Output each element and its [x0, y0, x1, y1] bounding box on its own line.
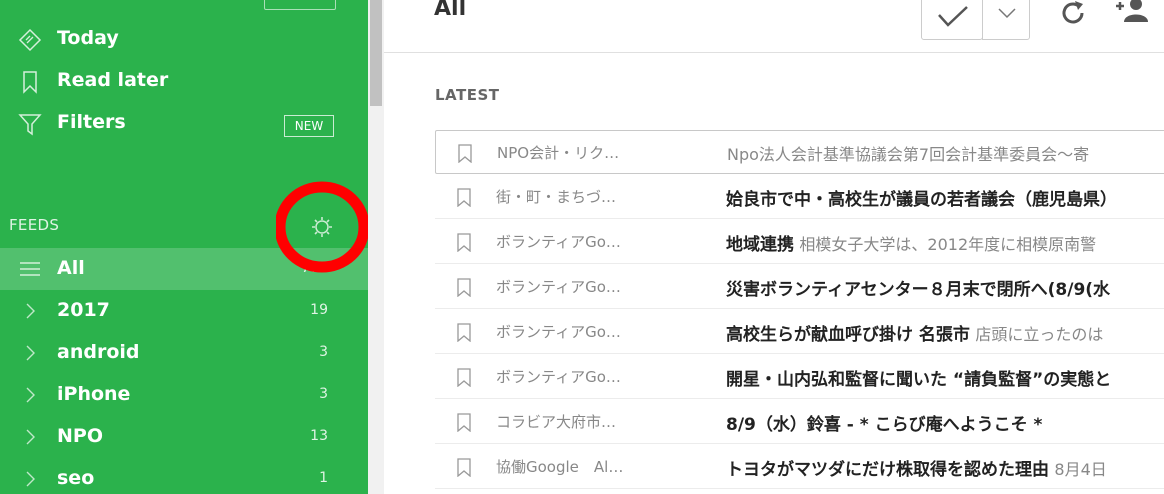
article-source: コラビア大府市…	[496, 413, 617, 431]
article-snippet: Npo法人会計基準協議会第7回会計基準委員会～寄	[727, 145, 1090, 164]
bookmark-icon[interactable]	[457, 233, 471, 252]
article-source: NPO会計・リク…	[497, 144, 620, 162]
feed-name: seo	[57, 467, 95, 489]
feed-name: All	[57, 257, 85, 279]
article-source: ボランティアGo…	[496, 233, 621, 251]
article-row[interactable]: コラビア大府市… 8/9（水）鈴喜 - * こらび庵へようこそ *	[435, 400, 1164, 444]
mark-as-read-button[interactable]	[921, 0, 983, 40]
article-text: 災害ボランティアセンター８月末で閉所へ(8/9(水	[726, 275, 1110, 300]
share-people-icon[interactable]	[1114, 0, 1154, 24]
article-row[interactable]: NPO会計・リク… Npo法人会計基準協議会第7回会計基準委員会～寄	[435, 130, 1164, 174]
feed-name: 2017	[57, 299, 110, 321]
sidebar-scrollbar-thumb[interactable]	[370, 0, 382, 106]
article-row[interactable]: ボランティアGo… 地域連携 相模女子大学は、2012年度に相模原南警	[435, 220, 1164, 264]
article-row[interactable]: 街・町・まちづ… 姶良市で中・高校生が議員の若者議会（鹿児島県）	[435, 175, 1164, 219]
list-icon	[20, 262, 40, 276]
checkmark-icon	[938, 6, 968, 27]
sidebar-feed-iphone[interactable]: iPhone 3	[0, 374, 368, 416]
section-label: LATEST	[435, 86, 500, 104]
annotation-circle	[274, 181, 368, 273]
bookmark-icon[interactable]	[457, 413, 471, 432]
article-snippet: 8月4日	[1054, 460, 1107, 479]
sidebar-item-label: Today	[57, 27, 119, 49]
article-text: Npo法人会計基準協議会第7回会計基準委員会～寄	[727, 141, 1089, 165]
feed-count: 19	[310, 302, 328, 318]
article-source: ボランティアGo…	[496, 368, 621, 386]
sidebar-feed-npo[interactable]: NPO 13	[0, 416, 368, 458]
article-text: トヨタがマツダにだけ株取得を認めた理由 8月4日	[726, 455, 1107, 480]
bookmark-icon[interactable]	[458, 144, 472, 163]
header-divider	[384, 52, 1164, 53]
chevron-right-icon[interactable]	[22, 429, 38, 445]
refresh-icon[interactable]	[1058, 0, 1088, 28]
article-text: 高校生らが献血呼び掛け 名張市 店頭に立ったのは	[726, 320, 1103, 345]
today-icon	[18, 28, 42, 52]
feed-name: android	[57, 341, 140, 363]
sidebar-feed-2017[interactable]: 2017 19	[0, 290, 368, 332]
chevron-down-icon	[998, 8, 1016, 19]
article-title: 災害ボランティアセンター８月末で閉所へ(8/9(水	[726, 280, 1111, 300]
bookmark-icon	[23, 71, 37, 94]
feed-count: 1	[319, 470, 328, 486]
chevron-right-icon[interactable]	[22, 345, 38, 361]
article-title: 高校生らが献血呼び掛け 名張市	[726, 325, 970, 345]
sidebar-feed-seo[interactable]: seo 1	[0, 458, 368, 494]
article-row[interactable]: 協働Google Al… トヨタがマツダにだけ株取得を認めた理由 8月4日	[435, 445, 1164, 489]
bookmark-icon[interactable]	[457, 278, 471, 297]
bookmark-icon[interactable]	[457, 368, 471, 387]
article-text: 地域連携 相模女子大学は、2012年度に相模原南警	[726, 230, 1096, 255]
sidebar-item-label: Read later	[57, 69, 169, 91]
sidebar-item-label: Filters	[57, 111, 126, 133]
sidebar-feed-android[interactable]: android 3	[0, 332, 368, 374]
article-source: 協働Google Al…	[496, 458, 624, 476]
article-source: ボランティアGo…	[496, 323, 621, 341]
article-title: 8/9（水）鈴喜 - * こらび庵へようこそ *	[726, 415, 1043, 435]
article-source: 街・町・まちづ…	[496, 188, 617, 206]
feed-name: NPO	[57, 425, 103, 447]
article-title: 開星・山内弘和監督に聞いた “請負監督”の実態と	[726, 370, 1112, 390]
article-text: 姶良市で中・高校生が議員の若者議会（鹿児島県）	[726, 185, 1117, 210]
feed-count: 13	[310, 428, 328, 444]
chevron-right-icon[interactable]	[22, 303, 38, 319]
article-snippet: 相模女子大学は、2012年度に相模原南警	[799, 235, 1097, 254]
sidebar-item-today[interactable]: Today	[0, 19, 368, 61]
feeds-heading: FEEDS	[9, 216, 60, 234]
article-source: ボランティアGo…	[496, 278, 621, 296]
feed-count: 3	[319, 386, 328, 402]
sidebar-top-button[interactable]	[264, 0, 336, 10]
feed-count: 3	[319, 344, 328, 360]
mark-as-read-dropdown[interactable]	[982, 0, 1030, 40]
feed-name: iPhone	[57, 383, 131, 405]
sidebar-item-read-later[interactable]: Read later	[0, 61, 368, 103]
bookmark-icon[interactable]	[457, 188, 471, 207]
filter-icon	[18, 114, 42, 136]
article-row[interactable]: ボランティアGo… 開星・山内弘和監督に聞いた “請負監督”の実態と	[435, 355, 1164, 399]
article-title: 地域連携	[726, 235, 794, 255]
gear-icon	[312, 217, 332, 237]
article-row[interactable]: ボランティアGo… 災害ボランティアセンター８月末で閉所へ(8/9(水	[435, 265, 1164, 309]
article-title: 姶良市で中・高校生が議員の若者議会（鹿児島県）	[726, 190, 1117, 210]
article-text: 8/9（水）鈴喜 - * こらび庵へようこそ *	[726, 410, 1042, 435]
feeds-settings-button[interactable]	[274, 180, 368, 276]
chevron-right-icon[interactable]	[22, 387, 38, 403]
article-title: トヨタがマツダにだけ株取得を認めた理由	[726, 460, 1049, 480]
chevron-right-icon[interactable]	[22, 471, 38, 487]
article-text: 開星・山内弘和監督に聞いた “請負監督”の実態と	[726, 365, 1111, 390]
sidebar: Today Read later Filters NEW FEEDS All 7…	[0, 0, 368, 494]
page-title: All	[434, 0, 467, 21]
new-badge: NEW	[284, 115, 334, 137]
article-row[interactable]: ボランティアGo… 高校生らが献血呼び掛け 名張市 店頭に立ったのは	[435, 310, 1164, 354]
bookmark-icon[interactable]	[457, 458, 471, 477]
article-snippet: 店頭に立ったのは	[975, 325, 1104, 344]
bookmark-icon[interactable]	[457, 323, 471, 342]
